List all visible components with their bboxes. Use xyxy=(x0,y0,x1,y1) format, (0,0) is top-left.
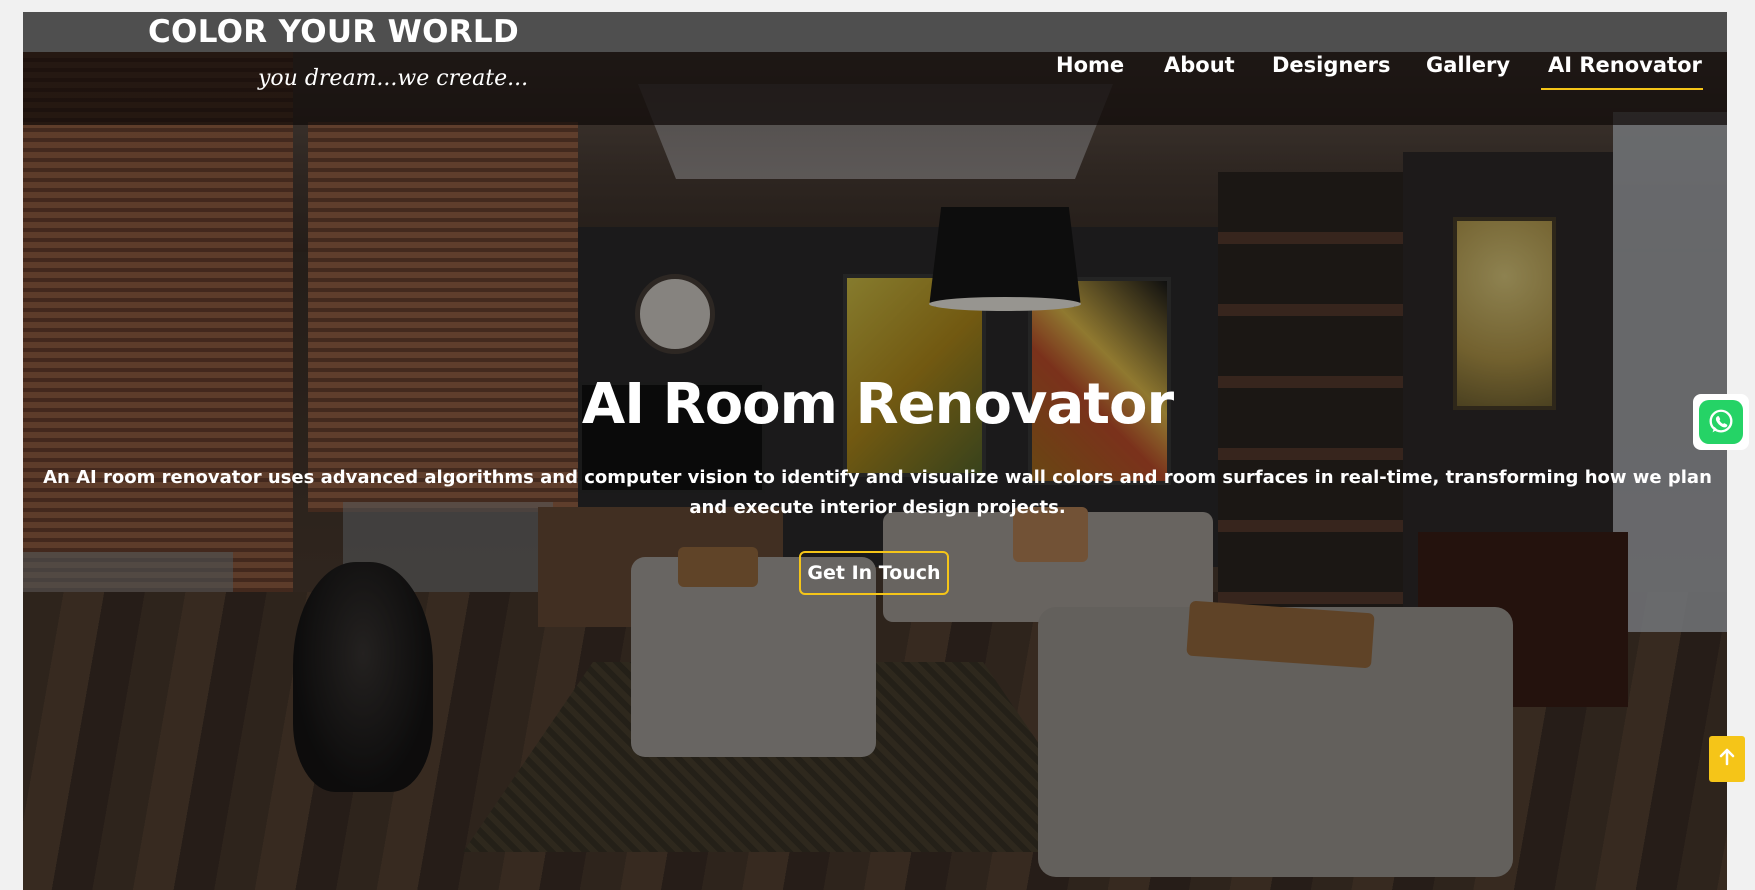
hero-title: AI Room Renovator xyxy=(581,372,1174,437)
nav-about[interactable]: About xyxy=(1164,53,1235,77)
whatsapp-button[interactable] xyxy=(1693,394,1749,450)
nav-ai-renovator[interactable]: AI Renovator xyxy=(1548,53,1702,77)
hero-description: An AI room renovator uses advanced algor… xyxy=(43,467,1712,518)
get-in-touch-button[interactable]: Get In Touch xyxy=(799,551,949,595)
whatsapp-icon xyxy=(1699,400,1743,444)
nav-designers[interactable]: Designers xyxy=(1272,53,1390,77)
dark-overlay xyxy=(23,12,1727,890)
nav-home[interactable]: Home xyxy=(1056,53,1124,77)
nav-active-indicator xyxy=(1541,88,1703,90)
brand-title[interactable]: COLOR YOUR WORLD xyxy=(148,14,519,50)
scroll-to-top-button[interactable] xyxy=(1709,736,1745,782)
brand-tagline: you dream...we create... xyxy=(258,66,529,91)
arrow-up-icon xyxy=(1719,748,1735,770)
hero-section xyxy=(23,12,1727,890)
nav-gallery[interactable]: Gallery xyxy=(1426,53,1510,77)
